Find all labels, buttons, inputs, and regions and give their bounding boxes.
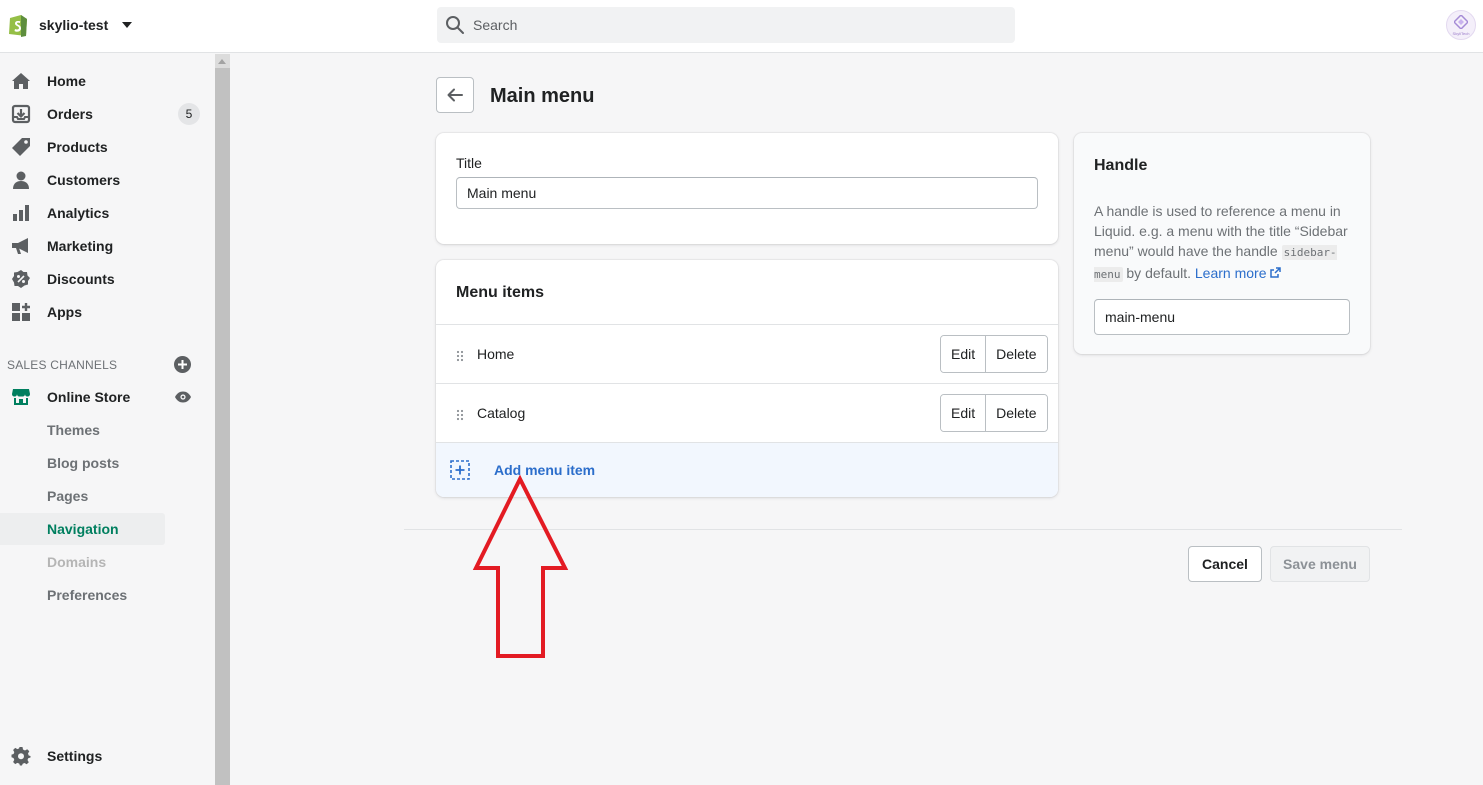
tag-icon <box>11 137 31 157</box>
chevron-down-icon <box>122 22 133 28</box>
sidebar-item-analytics[interactable]: Analytics <box>0 197 215 229</box>
menu-items-card: Menu items Home Edit Delete Catalog Edit… <box>436 260 1058 497</box>
plus-icon <box>178 360 187 369</box>
orders-icon <box>11 104 31 124</box>
delete-button[interactable]: Delete <box>985 336 1047 372</box>
store-switcher[interactable]: skylio-test <box>7 12 133 38</box>
handle-description-text-end: by default. <box>1122 265 1195 281</box>
menu-item-label: Catalog <box>477 405 526 421</box>
annotation-arrow-up-icon <box>472 474 569 658</box>
handle-field[interactable] <box>1094 299 1350 335</box>
handle-description: A handle is used to reference a menu in … <box>1094 201 1356 285</box>
sidebar-item-label: Home <box>47 73 86 89</box>
sidebar-item-label: Discounts <box>47 271 115 287</box>
discount-icon <box>11 269 31 289</box>
sidebar-item-label: Preferences <box>47 587 128 603</box>
sidebar-item-label: Settings <box>47 748 103 764</box>
scrollbar-thumb[interactable] <box>215 68 230 785</box>
avatar-label: SkyliTech <box>1452 31 1470 36</box>
person-icon <box>11 170 31 190</box>
back-button[interactable] <box>436 77 474 113</box>
learn-more-label: Learn more <box>1194 265 1267 281</box>
sidebar: Home Orders 5 Products Customers Analyti… <box>0 54 215 785</box>
eye-icon <box>175 391 191 403</box>
sidebar-item-customers[interactable]: Customers <box>0 164 215 196</box>
view-store-button[interactable] <box>174 388 192 406</box>
add-item-icon <box>450 460 470 480</box>
sidebar-item-products[interactable]: Products <box>0 131 215 163</box>
edit-button[interactable]: Edit <box>941 336 986 372</box>
store-name: skylio-test <box>39 17 109 33</box>
menu-item-actions: Edit Delete <box>940 394 1048 432</box>
sidebar-item-label: Apps <box>47 304 82 320</box>
sidebar-item-blog-posts[interactable]: Blog posts <box>0 447 215 479</box>
delete-button[interactable]: Delete <box>985 395 1047 431</box>
menu-item-row: Home Edit Delete <box>436 324 1058 383</box>
bar-chart-icon <box>11 203 31 223</box>
sidebar-item-themes[interactable]: Themes <box>0 414 215 446</box>
external-link-icon <box>1270 267 1282 278</box>
handle-heading: Handle <box>1094 157 1148 174</box>
sidebar-item-label: Orders <box>47 106 93 122</box>
add-sales-channel-button[interactable] <box>174 356 191 373</box>
avatar[interactable]: SkyliTech <box>1446 10 1476 40</box>
scroll-up-arrow-icon[interactable] <box>218 59 226 64</box>
handle-card: Handle A handle is used to reference a m… <box>1074 133 1370 354</box>
sidebar-item-label: Blog posts <box>47 455 120 471</box>
edit-button[interactable]: Edit <box>941 395 986 431</box>
menu-items-heading: Menu items <box>456 284 545 301</box>
sidebar-item-label: Domains <box>47 554 107 570</box>
learn-more-link[interactable]: Learn more <box>1194 265 1282 281</box>
search-input[interactable] <box>473 17 973 33</box>
sidebar-item-label: Online Store <box>47 389 131 405</box>
sidebar-item-navigation[interactable]: Navigation <box>0 513 165 545</box>
title-field[interactable] <box>456 177 1038 209</box>
sidebar-item-apps[interactable]: Apps <box>0 296 215 328</box>
top-bar: skylio-test SkyliTech <box>0 0 1483 53</box>
sidebar-item-marketing[interactable]: Marketing <box>0 230 215 262</box>
sidebar-item-orders[interactable]: Orders 5 <box>0 98 215 130</box>
sidebar-item-pages[interactable]: Pages <box>0 480 215 512</box>
title-card: Title <box>436 133 1058 244</box>
cancel-button[interactable]: Cancel <box>1188 546 1262 582</box>
drag-handle-icon[interactable] <box>456 350 464 362</box>
sidebar-item-label: Themes <box>47 422 100 438</box>
home-icon <box>11 71 31 91</box>
search-icon <box>446 16 464 34</box>
sidebar-item-discounts[interactable]: Discounts <box>0 263 215 295</box>
drag-handle-icon[interactable] <box>456 409 464 421</box>
sidebar-item-preferences[interactable]: Preferences <box>0 579 215 611</box>
sidebar-item-online-store[interactable]: Online Store <box>0 381 215 413</box>
sidebar-item-label: Marketing <box>47 238 114 254</box>
sidebar-item-label: Navigation <box>47 521 119 537</box>
gear-icon <box>11 746 31 766</box>
search-bar[interactable] <box>437 7 1015 43</box>
sidebar-item-home[interactable]: Home <box>0 65 215 97</box>
sales-channels-heading: SALES CHANNELS <box>7 358 118 372</box>
sidebar-scrollbar[interactable] <box>215 54 230 785</box>
sidebar-item-label: Analytics <box>47 205 110 221</box>
menu-item-row: Catalog Edit Delete <box>436 383 1058 442</box>
menu-item-actions: Edit Delete <box>940 335 1048 373</box>
megaphone-icon <box>11 236 31 256</box>
sidebar-item-label: Pages <box>47 488 89 504</box>
arrow-left-icon <box>447 88 463 102</box>
sidebar-item-domains[interactable]: Domains <box>0 546 215 578</box>
store-icon <box>11 387 31 407</box>
page-title: Main menu <box>490 85 595 107</box>
sidebar-item-label: Products <box>47 139 108 155</box>
orders-count-badge: 5 <box>178 103 200 125</box>
menu-item-label: Home <box>477 346 515 362</box>
apps-icon <box>11 302 31 322</box>
title-field-label: Title <box>456 155 482 171</box>
sidebar-item-settings[interactable]: Settings <box>0 740 215 772</box>
shopify-logo-icon <box>9 15 27 37</box>
avatar-logo-icon <box>1454 15 1468 29</box>
save-menu-button[interactable]: Save menu <box>1270 546 1370 582</box>
sidebar-item-label: Customers <box>47 172 121 188</box>
